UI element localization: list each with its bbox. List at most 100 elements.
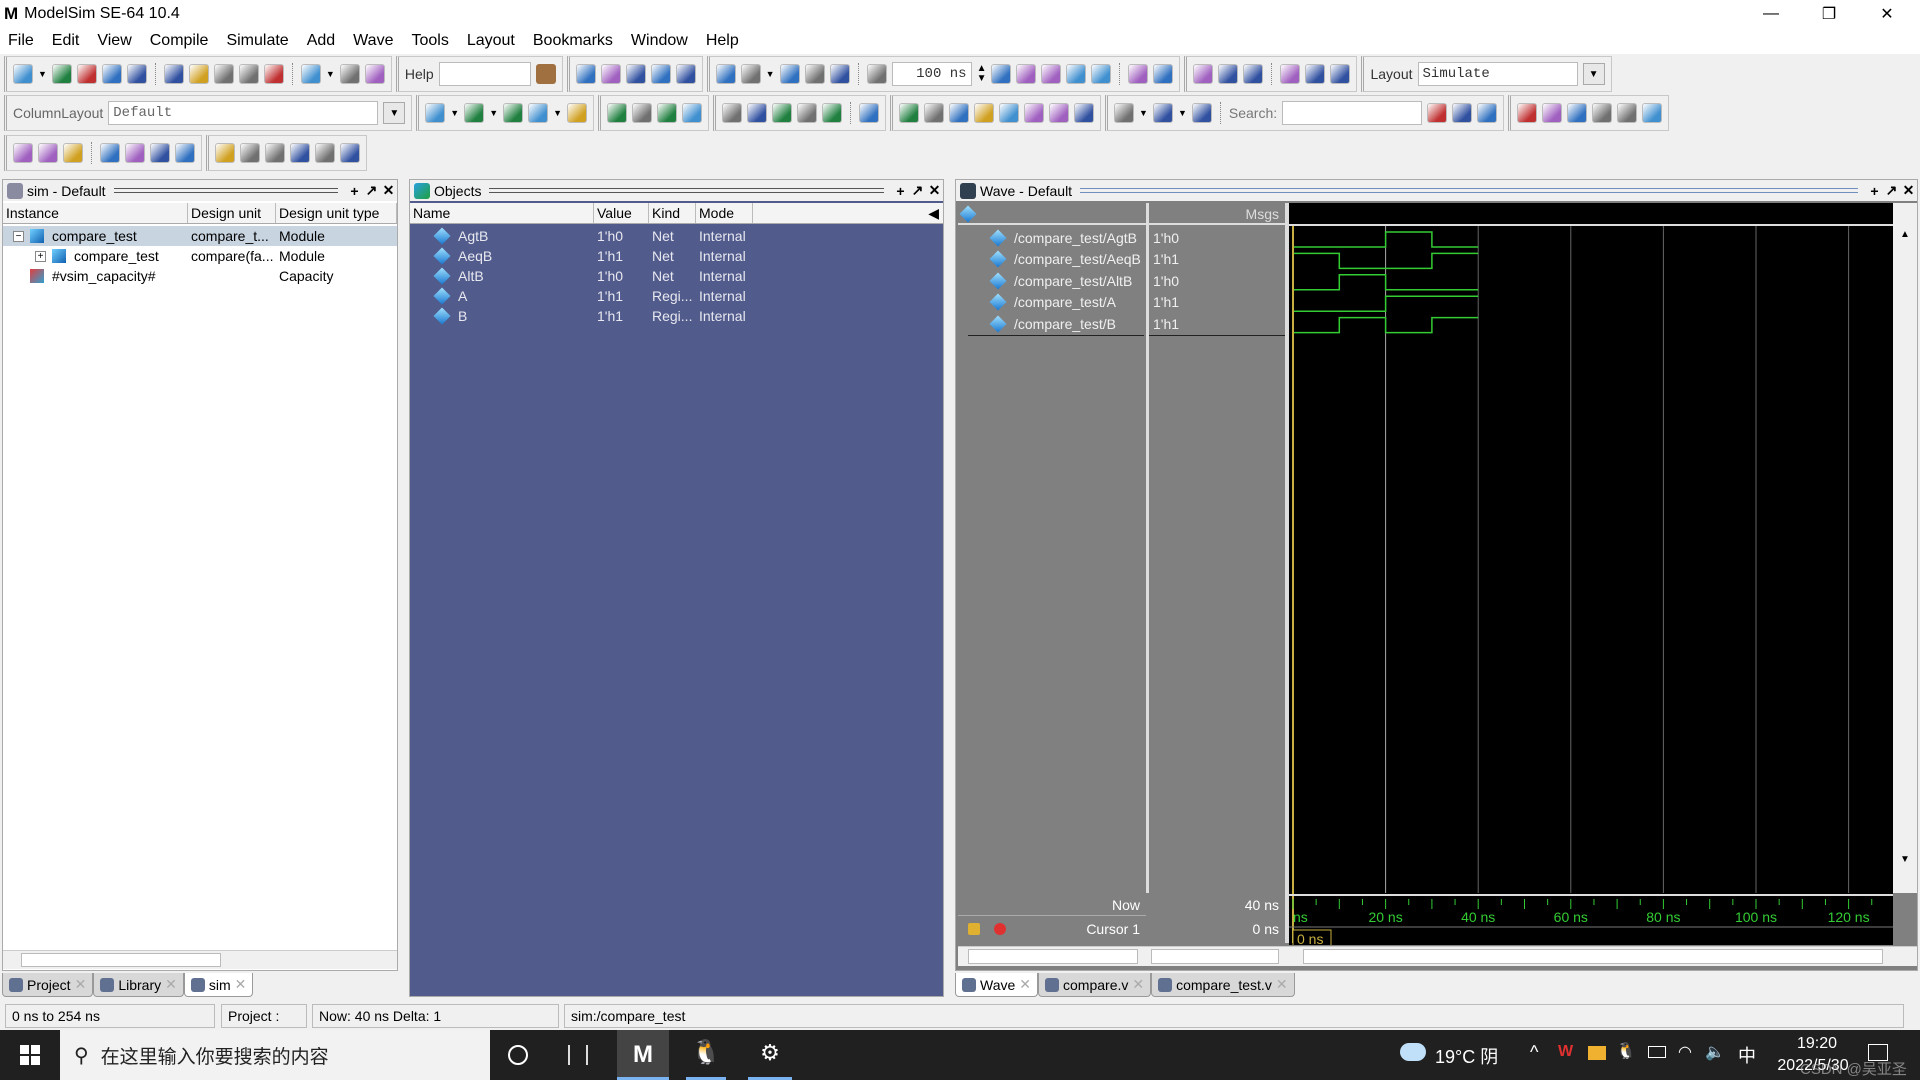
collapse-icon[interactable]: [1152, 103, 1173, 123]
cursor-label[interactable]: Cursor 1: [1086, 921, 1140, 937]
taskbar-modelsim-icon[interactable]: M: [617, 1030, 669, 1080]
compile-all-icon[interactable]: [300, 64, 321, 84]
tree-expander-icon[interactable]: +: [35, 250, 46, 262]
close-button[interactable]: ✕: [1858, 0, 1916, 27]
layout-dropdown-icon[interactable]: ▼: [1582, 63, 1605, 85]
sim-horizontal-scrollbar[interactable]: [3, 950, 397, 969]
hierarchy-icon[interactable]: [364, 64, 385, 84]
wave-signal-menu-icon[interactable]: [959, 205, 977, 223]
layout-select[interactable]: Simulate: [1417, 62, 1578, 86]
signal-icon[interactable]: [1191, 103, 1212, 123]
close-tab-icon[interactable]: ✕: [1276, 976, 1288, 993]
copy-icon[interactable]: [188, 64, 209, 84]
restart-icon[interactable]: [866, 64, 887, 84]
close-tab-icon[interactable]: ✕: [235, 976, 247, 993]
taskbar-qq-icon[interactable]: 🐧: [686, 1030, 726, 1080]
tray-window-icon[interactable]: [1588, 1046, 1606, 1060]
redo-icon[interactable]: [263, 64, 284, 84]
load-design-icon[interactable]: [575, 64, 596, 84]
add-icon[interactable]: +: [346, 183, 363, 199]
up-arrow-icon[interactable]: [779, 64, 800, 84]
dropdown-icon[interactable]: ▼: [1178, 108, 1187, 118]
taskbar-search-box[interactable]: ⚲ 在这里输入你要搜索的内容: [60, 1030, 490, 1080]
wave-horizontal-scrollbars[interactable]: [958, 946, 1917, 966]
search-input[interactable]: [1282, 101, 1423, 125]
column-instance[interactable]: Instance: [3, 203, 188, 223]
select-pointer-icon[interactable]: [722, 103, 743, 123]
wps-icon[interactable]: W: [1558, 1043, 1573, 1061]
wave-block-icon[interactable]: [63, 143, 83, 163]
battery-icon[interactable]: [1648, 1046, 1666, 1058]
find-binoculars-icon[interactable]: [339, 64, 360, 84]
menu-window[interactable]: Window: [631, 32, 688, 50]
instance-row[interactable]: #vsim_capacity# Capacity: [3, 266, 397, 286]
menu-tools[interactable]: Tools: [411, 32, 448, 50]
dropdown-icon[interactable]: ▼: [1139, 108, 1148, 118]
save-icon[interactable]: [76, 64, 97, 84]
filter-input-icon[interactable]: [215, 143, 235, 163]
pan-icon[interactable]: [772, 103, 793, 123]
filter-inout-icon[interactable]: [265, 143, 285, 163]
instance-row[interactable]: + compare_test compare(fa... Module: [3, 246, 397, 266]
zoom-mode-icon[interactable]: [747, 103, 768, 123]
tab-wave[interactable]: Wave ✕: [955, 973, 1039, 997]
run-length-spinner[interactable]: ▲ ▼: [977, 64, 987, 84]
step-out-icon[interactable]: [1243, 64, 1264, 84]
restore-button[interactable]: ❐: [1800, 0, 1858, 27]
dropdown-icon[interactable]: ▼: [489, 108, 498, 118]
zoom-cursor-icon[interactable]: [1592, 103, 1613, 123]
close-tab-icon[interactable]: ✕: [1019, 976, 1031, 993]
values-scrollbar[interactable]: [1151, 949, 1279, 964]
tab-compare-v[interactable]: compare.v ✕: [1038, 973, 1152, 997]
menu-compile[interactable]: Compile: [150, 32, 209, 50]
zoom-full-icon[interactable]: [1567, 103, 1588, 123]
next-rising-icon[interactable]: [1074, 103, 1095, 123]
column-design-unit[interactable]: Design unit: [188, 203, 276, 223]
menu-simulate[interactable]: Simulate: [226, 32, 288, 50]
zoom-out-icon[interactable]: [1542, 103, 1563, 123]
menu-view[interactable]: View: [97, 32, 131, 50]
help-doc-icon[interactable]: [600, 64, 621, 84]
wave-signal-row[interactable]: /compare_test/AltB: [958, 271, 1146, 291]
undock-icon[interactable]: ↗: [1883, 182, 1900, 199]
column-design-unit-type[interactable]: Design unit type: [276, 203, 397, 223]
help-search-icon[interactable]: [535, 64, 556, 84]
split-icon[interactable]: [607, 103, 628, 123]
object-row[interactable]: AgtB 1'h0 Net Internal: [410, 226, 943, 246]
back-arrow-icon[interactable]: [804, 64, 825, 84]
wave-scrollbar[interactable]: [1303, 949, 1883, 964]
step-into-all-icon[interactable]: [1280, 64, 1301, 84]
add-icon[interactable]: +: [1866, 183, 1883, 199]
dropdown-icon[interactable]: ▼: [766, 69, 775, 79]
columnlayout-dropdown-icon[interactable]: ▼: [383, 102, 406, 124]
menu-layout[interactable]: Layout: [467, 32, 515, 50]
run-all-icon[interactable]: [1041, 64, 1062, 84]
drag-handle[interactable]: [489, 188, 884, 193]
prev-edge-icon[interactable]: [949, 103, 970, 123]
add-wave-icon[interactable]: [425, 103, 446, 123]
undo-icon[interactable]: [238, 64, 259, 84]
tray-qq-icon[interactable]: 🐧: [1616, 1041, 1636, 1061]
copy-window-icon[interactable]: [715, 64, 736, 84]
wave-signal-row[interactable]: /compare_test/A: [958, 292, 1146, 312]
forward-arrow-icon[interactable]: [829, 64, 850, 84]
names-scrollbar[interactable]: [968, 949, 1138, 964]
next-edge-icon[interactable]: [974, 103, 995, 123]
cursor-mode-icon[interactable]: [797, 103, 818, 123]
taskbar-app-icon[interactable]: ⚙: [748, 1030, 792, 1080]
prev-falling-icon[interactable]: [999, 103, 1020, 123]
help-input[interactable]: [438, 62, 531, 86]
dropdown-icon[interactable]: ▼: [326, 69, 335, 79]
hand-icon[interactable]: [1153, 64, 1174, 84]
insert-cursor-icon[interactable]: [899, 103, 920, 123]
filter-internal-icon[interactable]: [290, 143, 310, 163]
add-icon[interactable]: +: [892, 183, 909, 199]
column-value[interactable]: Value: [594, 203, 649, 223]
wave-signal-row[interactable]: /compare_test/AeqB: [958, 249, 1146, 269]
tab-project[interactable]: Project ✕: [2, 973, 94, 997]
run-length-input[interactable]: [891, 62, 972, 86]
filter-wrench-icon[interactable]: [340, 143, 360, 163]
edit-wave-icon[interactable]: [503, 103, 524, 123]
find-next-icon[interactable]: [1452, 103, 1473, 123]
drag-handle[interactable]: [113, 188, 338, 193]
